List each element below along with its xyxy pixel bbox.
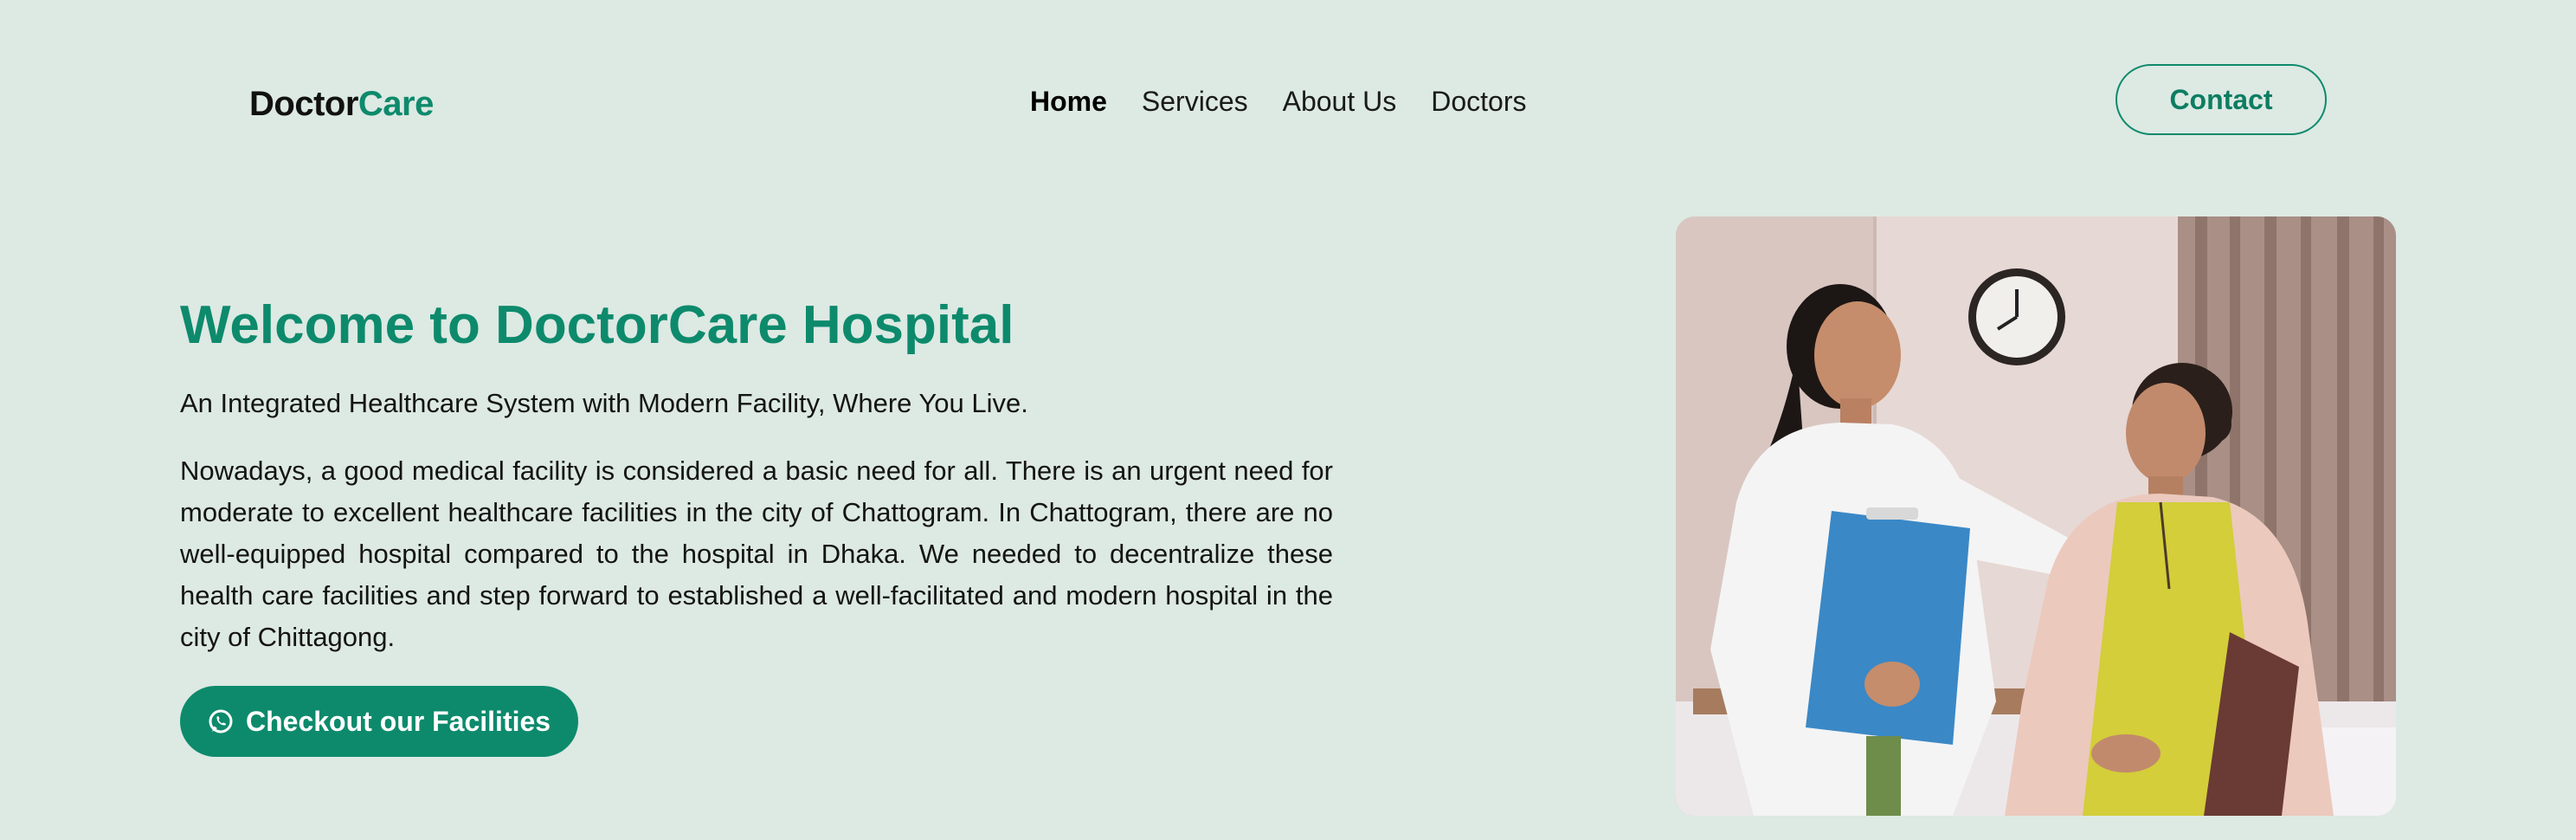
checkout-facilities-button[interactable]: Checkout our Facilities: [180, 686, 579, 757]
hero-title: Welcome to DoctorCare Hospital: [180, 295, 1014, 355]
logo-text-care: Care: [357, 85, 434, 123]
nav-services[interactable]: Services: [1142, 80, 1248, 123]
nav-about-us[interactable]: About Us: [1283, 80, 1397, 123]
hero-description: Nowadays, a good medical facility is con…: [180, 456, 1333, 652]
whatsapp-icon: [208, 708, 234, 734]
hero-subtitle: An Integrated Healthcare System with Mod…: [180, 388, 1028, 418]
logo-text-doctor: Doctor: [249, 85, 358, 123]
nav-home[interactable]: Home: [1030, 80, 1107, 123]
hero-image-doctor-patient: [1676, 216, 2396, 816]
main-nav: Home Services About Us Doctors: [1030, 80, 1526, 123]
nav-doctors[interactable]: Doctors: [1431, 80, 1526, 123]
contact-button[interactable]: Contact: [2116, 64, 2327, 135]
cta-label: Checkout our Facilities: [246, 705, 551, 737]
logo[interactable]: DoctorCare: [249, 80, 434, 128]
